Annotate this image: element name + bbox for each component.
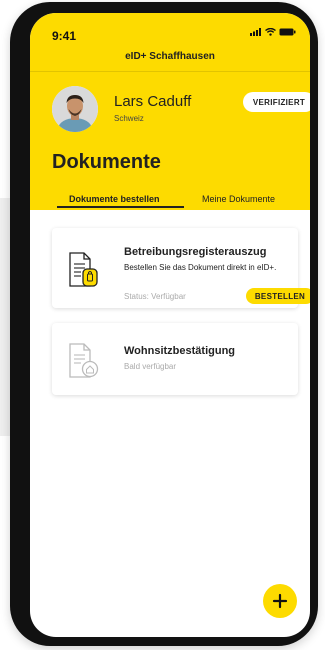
user-name: Lars Caduff [114, 93, 192, 110]
wifi-icon [265, 28, 276, 36]
document-status: Bald verfügbar [124, 362, 177, 371]
status-time: 9:41 [52, 29, 77, 43]
verified-badge: VERIFIZIERT [243, 92, 310, 112]
document-status: Status: Verfügbar [124, 292, 186, 301]
battery-icon [279, 28, 296, 36]
document-title: Betreibungsregisterauszug [124, 246, 267, 258]
signal-icon [250, 28, 261, 36]
user-country: Schweiz [114, 114, 144, 123]
document-card-wohnsitzbestaetigung[interactable]: Wohnsitzbestätigung Bald verfügbar [52, 323, 298, 395]
header-area: 9:41 eID+ Schaffhausen Lars Caduff Schwe… [30, 13, 310, 210]
plus-icon [272, 593, 288, 609]
document-description: Bestellen Sie das Dokument direkt in eID… [124, 263, 277, 272]
user-photo [52, 86, 98, 132]
document-lock-icon [67, 252, 99, 293]
document-home-icon [67, 343, 99, 384]
avatar[interactable] [52, 86, 98, 132]
document-title: Wohnsitzbestätigung [124, 345, 236, 357]
active-tab-indicator [57, 206, 184, 208]
status-icons [250, 28, 296, 36]
tab-my-documents[interactable]: Meine Dokumente [202, 194, 275, 204]
header-divider [30, 71, 310, 72]
add-button[interactable] [263, 584, 297, 618]
page-title: Dokumente [52, 151, 161, 173]
order-button[interactable]: BESTELLEN [246, 288, 310, 304]
document-card-betreibungsregisterauszug[interactable]: Betreibungsregisterauszug Bestellen Sie … [52, 228, 310, 308]
tab-order-documents[interactable]: Dokumente bestellen [69, 194, 160, 204]
app-title: eID+ Schaffhausen [125, 51, 215, 62]
app-screen: 9:41 eID+ Schaffhausen Lars Caduff Schwe… [30, 13, 310, 637]
